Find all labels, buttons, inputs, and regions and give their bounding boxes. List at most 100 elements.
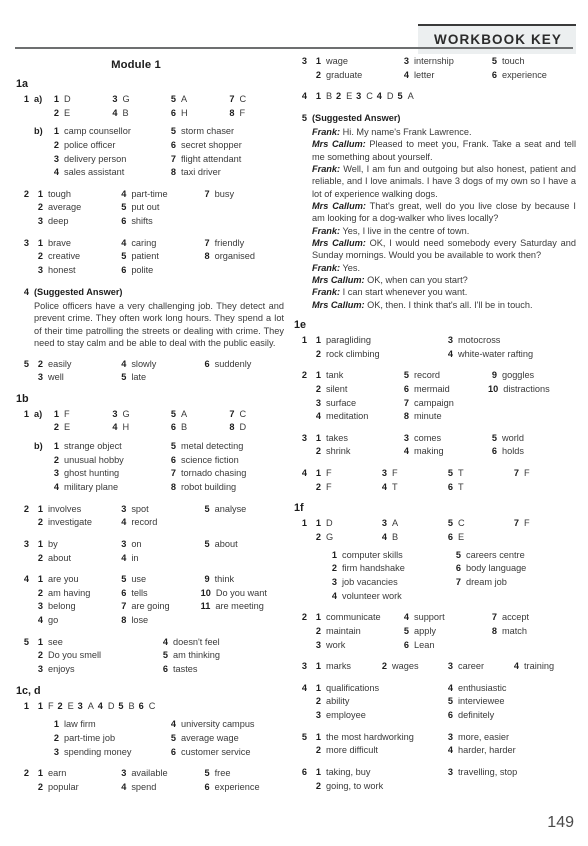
answer-item: 2 part-time job bbox=[50, 732, 167, 746]
answer-value: takes bbox=[326, 432, 348, 443]
exercise: 1 1 F 2 E 3 A 4 D 5 B 6 C 1 law firm 4 university campus… bbox=[16, 700, 284, 760]
answer-value: shifts bbox=[131, 216, 153, 227]
exercise-number: 2 bbox=[23, 188, 29, 199]
answer-value: spending money bbox=[64, 746, 132, 757]
answer-item: 2 unusual hobby bbox=[50, 454, 167, 468]
answer-item: 2 popular bbox=[34, 781, 117, 795]
exercise-number: 1 bbox=[301, 334, 307, 345]
answer-number: 3 bbox=[121, 538, 127, 549]
subgroup-label: b) bbox=[34, 441, 43, 452]
answer-number: 5 bbox=[170, 126, 176, 137]
answer-grid: 1 takes 3 comes 5 world 2 shrink 4 making 6 holds bbox=[312, 432, 576, 459]
answer-value: analyse bbox=[214, 503, 247, 514]
exercise-body: a) 1 F 3 G 5 A 7 C 2 E 4 H 6 B 8 Db) 1 strange object 5 meta… bbox=[34, 408, 284, 495]
answer-value: tank bbox=[326, 370, 344, 381]
sublist-body: 1 computer skills 5 careers centre 2 firm han… bbox=[328, 549, 576, 604]
answer-number: 3 bbox=[77, 700, 83, 711]
answer-number: 2 bbox=[57, 700, 63, 711]
answer-value: robot building bbox=[181, 482, 237, 492]
answer-item: 3G bbox=[109, 408, 168, 422]
answer-number: 3 bbox=[112, 408, 118, 419]
answer-value: rock climbing bbox=[326, 348, 380, 359]
exercise-body: 1 communicate 4 support 7 accept 2 maintain 5 app… bbox=[312, 611, 576, 652]
answer-item: 6 mermaid bbox=[400, 383, 488, 397]
answer-number: 4 bbox=[403, 446, 409, 457]
answer-value: motocross bbox=[458, 334, 501, 345]
answer-item: 8D bbox=[226, 421, 285, 435]
answer-number: 6 bbox=[403, 383, 409, 394]
answer-number bbox=[488, 397, 502, 409]
answer-number: 6 bbox=[170, 139, 176, 150]
answer-item: 5 careers centre bbox=[452, 549, 576, 563]
answer-value: paragliding bbox=[326, 334, 371, 345]
answer-value: comes bbox=[413, 432, 442, 443]
exercise: 1 1 paragliding 3 motocross 2 rock climbing 4 wh… bbox=[294, 334, 576, 361]
dialogue-speaker: Frank: bbox=[312, 164, 341, 175]
answer-value: F bbox=[326, 481, 332, 492]
answer-number: 5 bbox=[403, 625, 409, 636]
answer-number: 6 bbox=[170, 107, 176, 118]
answer-item: 7F bbox=[510, 467, 576, 481]
answer-number: 8 bbox=[229, 107, 235, 118]
answer-item: 6 holds bbox=[488, 445, 576, 459]
answer-item: 6 tastes bbox=[159, 663, 284, 677]
answer-number: 2 bbox=[37, 251, 43, 262]
answer-value: E bbox=[64, 422, 71, 433]
answer-item: 5 use bbox=[117, 573, 200, 587]
answer-grid: 1 by 3 on 5 about 2 about 4 in bbox=[34, 538, 284, 565]
answer-number: 3 bbox=[53, 746, 59, 757]
answer-value: go bbox=[48, 615, 59, 626]
answer-value: investigate bbox=[48, 517, 92, 528]
answer-number: 5 bbox=[455, 549, 461, 560]
exercise-number: 2 bbox=[301, 370, 307, 381]
answer-number: 4 bbox=[403, 69, 409, 80]
dialogue-text: Yes. bbox=[340, 262, 361, 273]
answer-value: A bbox=[181, 408, 188, 419]
answer-number: 9 bbox=[204, 574, 210, 585]
answer-number: 1 bbox=[315, 334, 321, 345]
answer-value: think bbox=[214, 574, 235, 585]
exercise-body: 1 earn 3 available 5 free 2 popular 4 spend 6 exper… bbox=[34, 767, 284, 794]
answer-item: 4T bbox=[378, 481, 444, 495]
answer-number: 4 bbox=[162, 636, 168, 647]
dialogue-line: Mrs Callum: That's great, well do you li… bbox=[312, 200, 576, 225]
answer-item: 6 customer service bbox=[167, 746, 284, 760]
answer-value: C bbox=[148, 700, 156, 711]
answer-number: 2 bbox=[315, 745, 321, 756]
answer-value: lose bbox=[131, 615, 149, 626]
answer-number: 1 bbox=[315, 468, 321, 479]
answer-number: 2 bbox=[37, 517, 43, 528]
answer-item: 5 world bbox=[488, 432, 576, 446]
answer-item: 7F bbox=[510, 517, 576, 531]
answer-number: 3 bbox=[315, 639, 321, 650]
answer-number: 5 bbox=[121, 202, 127, 213]
exercise-number: 1 bbox=[23, 94, 29, 104]
answer-grid: 1 tough 4 part-time 7 busy 2 average 5 put out 3 de… bbox=[34, 188, 284, 229]
answer-value: communicate bbox=[326, 612, 381, 623]
answer-value: part-time bbox=[131, 188, 168, 199]
answer-number: 2 bbox=[37, 552, 43, 563]
answer-item: 4 spend bbox=[117, 781, 200, 795]
answer-value: earn bbox=[48, 768, 67, 779]
answer-item: 4 making bbox=[400, 445, 488, 459]
answer-number: 2 bbox=[315, 532, 321, 543]
answer-number: 5 bbox=[447, 696, 453, 707]
answer-value: am having bbox=[48, 587, 91, 598]
answer-item bbox=[201, 614, 284, 628]
answer-number bbox=[201, 264, 215, 276]
answer-item: 4 in bbox=[117, 552, 200, 566]
exercise-number: 3 bbox=[301, 56, 307, 66]
subgroup-body: 1 strange object 5 metal detecting 2 unusual … bbox=[50, 440, 284, 495]
answer-item: 5 touch bbox=[488, 55, 576, 69]
answer-value: brave bbox=[48, 237, 71, 248]
exercise: 4 1 are you 5 use 9 think 2 am having 6 tells 10 Do … bbox=[16, 573, 284, 628]
exercise-number: 6 bbox=[301, 767, 307, 777]
answer-number: 4 bbox=[121, 188, 127, 199]
answer-value: experience bbox=[214, 781, 260, 792]
answer-number: 7 bbox=[229, 408, 235, 419]
answer-number: 7 bbox=[204, 237, 210, 248]
dialogue-text: Yes, I live in the centre of town. bbox=[340, 225, 470, 236]
answer-number: 1 bbox=[53, 719, 59, 730]
answer-item: 3A bbox=[74, 700, 94, 714]
answer-number: 5 bbox=[121, 574, 127, 585]
